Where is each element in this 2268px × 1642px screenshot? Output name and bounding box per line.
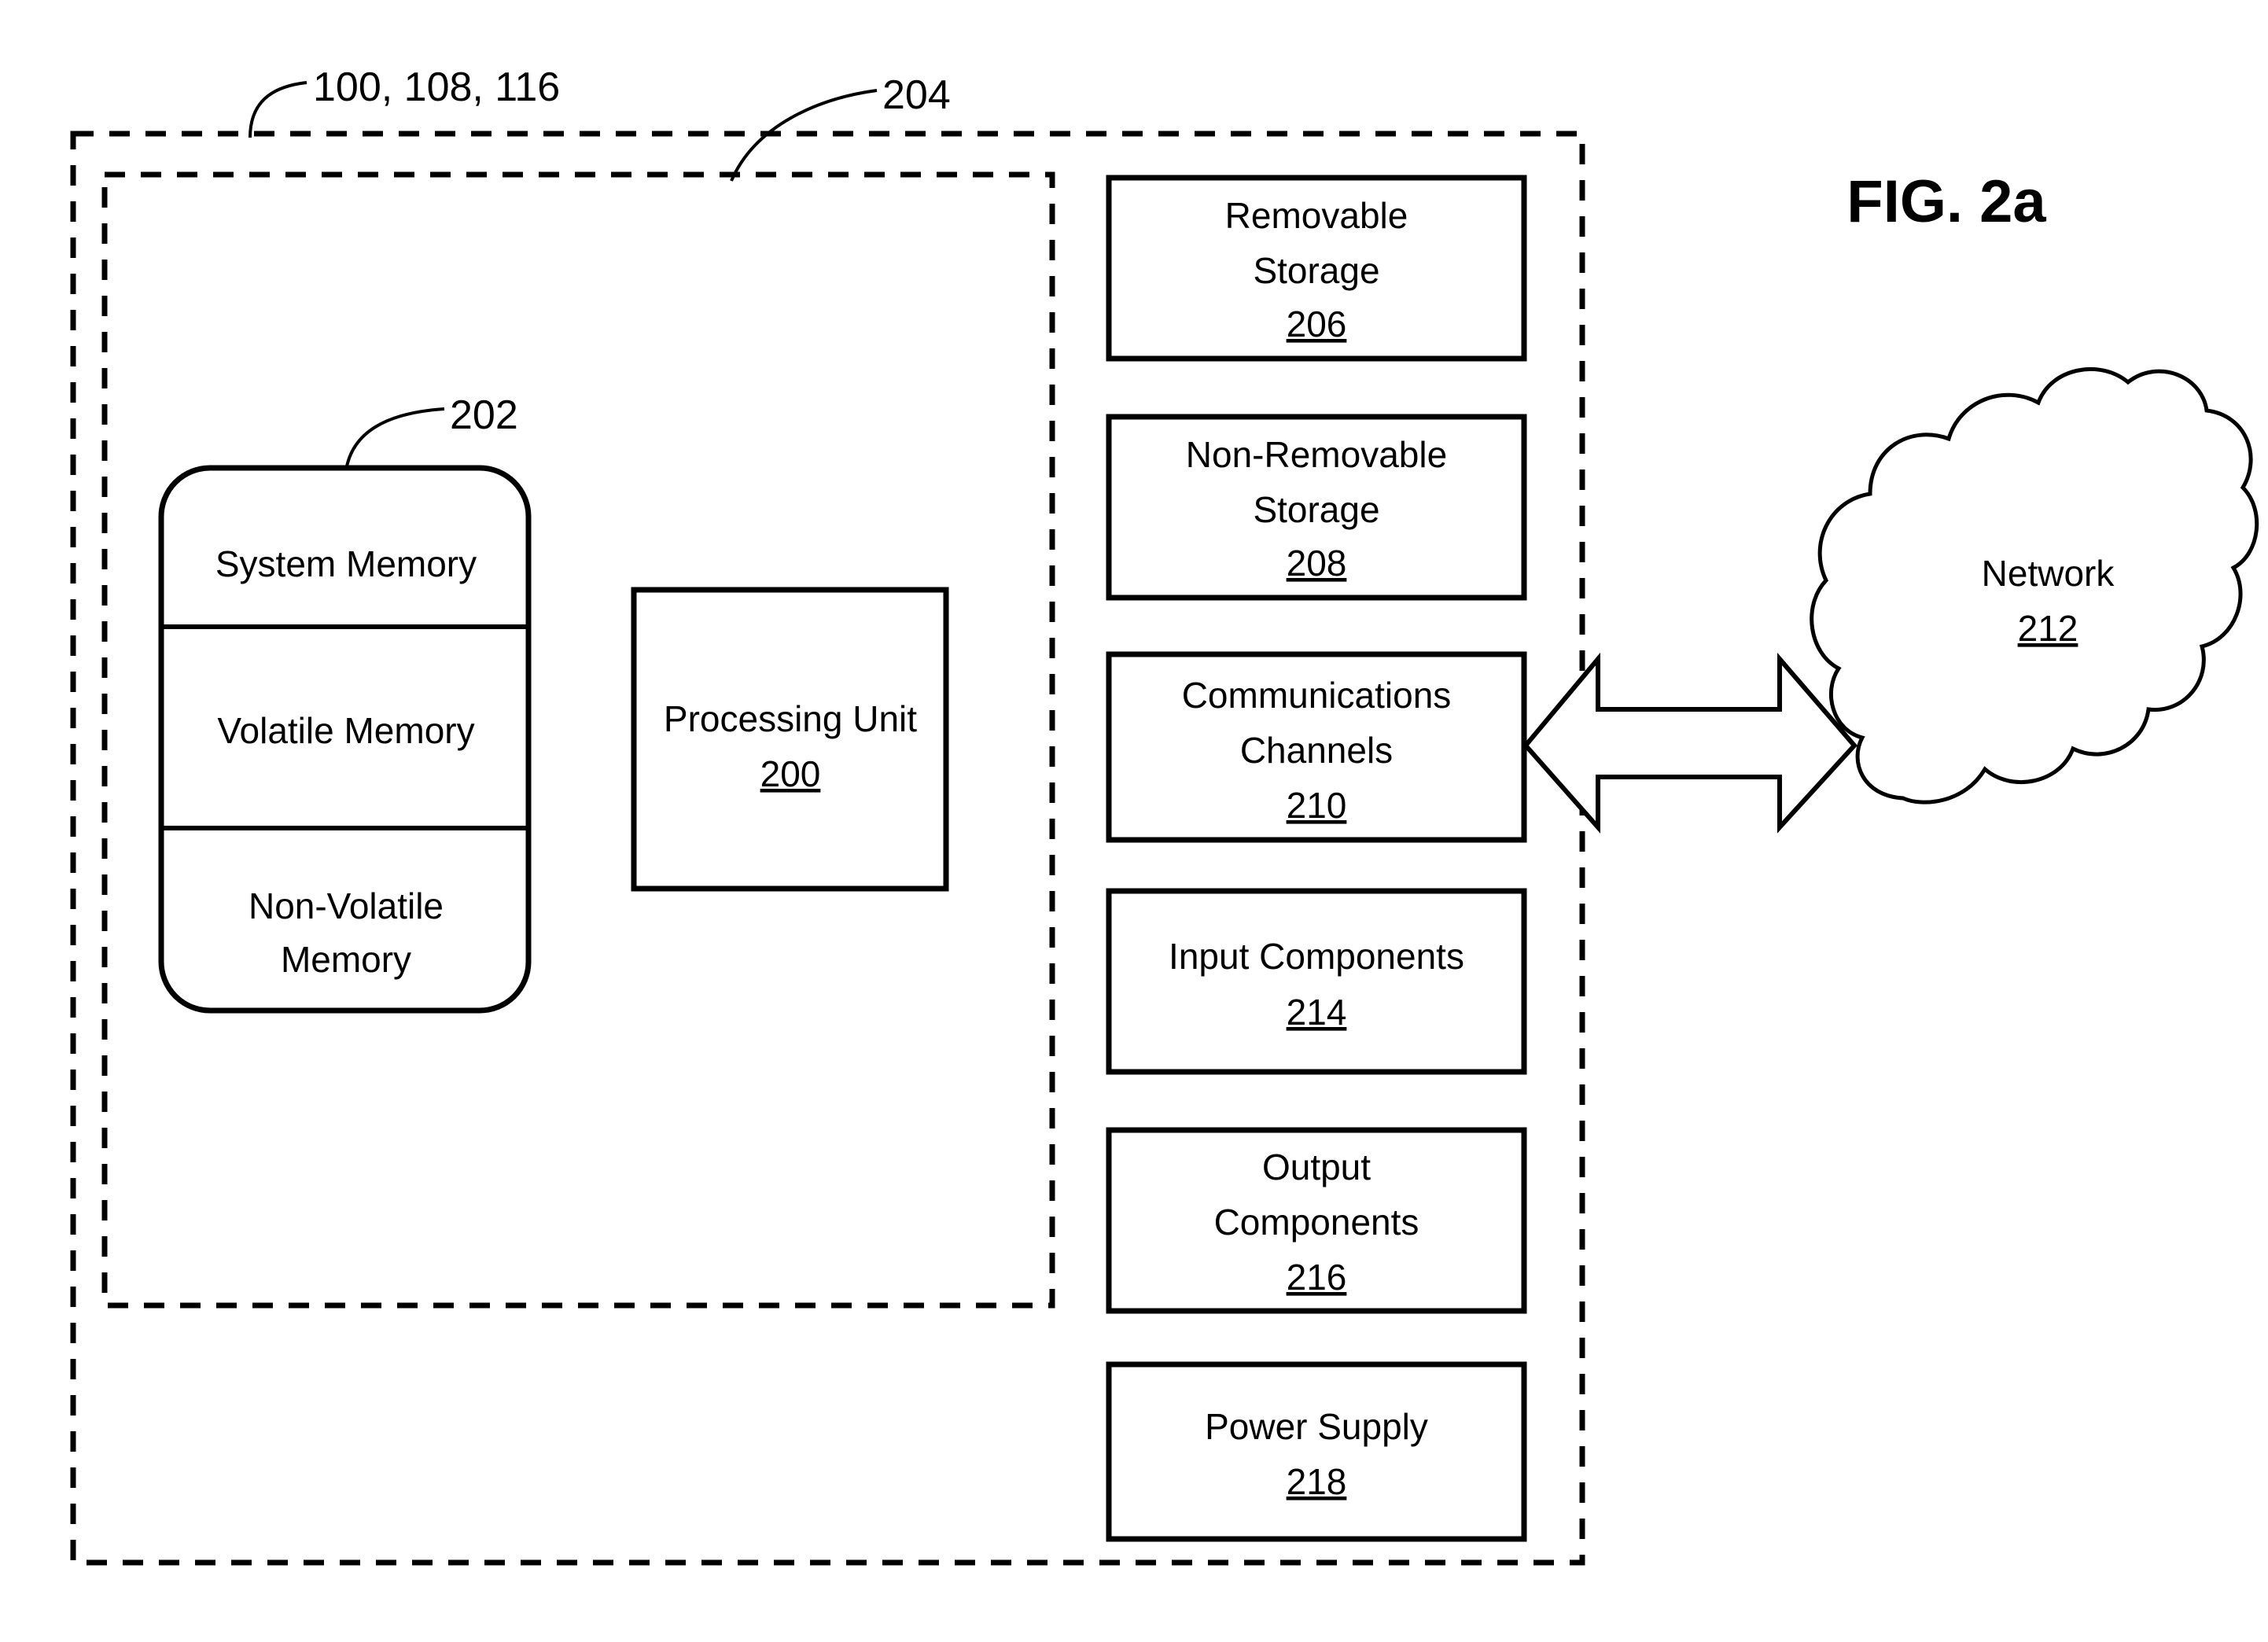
diagram-canvas: 100, 108, 116 204 202 FIG. 2a System Mem… [70, 64, 2259, 1566]
leader-line-outer-device [249, 81, 307, 138]
removable-storage-ref: 206 [1287, 304, 1347, 344]
non-removable-storage-label-line1: Non-Removable [1186, 434, 1447, 475]
output-components-ref: 216 [1287, 1257, 1347, 1298]
network-ref: 212 [2018, 608, 2078, 649]
communications-channels-label-line2: Channels [1240, 730, 1393, 771]
figure-title: FIG. 2a [1846, 168, 2046, 235]
non-removable-storage-ref: 208 [1287, 543, 1347, 584]
callout-memory-group: 202 [450, 392, 518, 438]
non-removable-storage-label-line2: Storage [1253, 489, 1379, 530]
communications-channels-ref: 210 [1287, 785, 1347, 826]
output-components-label-line1: Output [1262, 1147, 1371, 1187]
removable-storage-label-line1: Removable [1225, 195, 1408, 236]
removable-storage-label-line2: Storage [1253, 250, 1379, 291]
leader-line-memory-group [344, 407, 445, 471]
memory-section-non-volatile-memory-label-line2: Memory [281, 939, 411, 980]
processing-unit-ref: 200 [760, 753, 821, 794]
network-connection-arrow [1522, 652, 1858, 834]
memory-section-volatile-memory-label: Volatile Memory [217, 710, 474, 751]
memory-section-system-memory-label: System Memory [215, 543, 477, 584]
input-components-box [1106, 888, 1527, 1075]
power-supply-label-line1: Power Supply [1205, 1406, 1428, 1447]
callout-outer-device: 100, 108, 116 [313, 64, 560, 110]
input-components-ref: 214 [1287, 992, 1347, 1033]
power-supply-box [1106, 1361, 1527, 1542]
patent-figure-2a: 100, 108, 116 204 202 FIG. 2a System Mem… [0, 0, 2268, 1642]
communications-channels-label-line1: Communications [1182, 675, 1452, 716]
processing-unit-label: Processing Unit [664, 698, 917, 739]
network-label: Network [1982, 553, 2115, 594]
input-components-label-line1: Input Components [1169, 936, 1464, 977]
memory-section-non-volatile-memory-label-line1: Non-Volatile [249, 885, 444, 926]
output-components-label-line2: Components [1214, 1202, 1419, 1243]
callout-inner-system: 204 [882, 72, 951, 118]
power-supply-ref: 218 [1287, 1461, 1347, 1502]
processing-unit-box [631, 587, 949, 892]
